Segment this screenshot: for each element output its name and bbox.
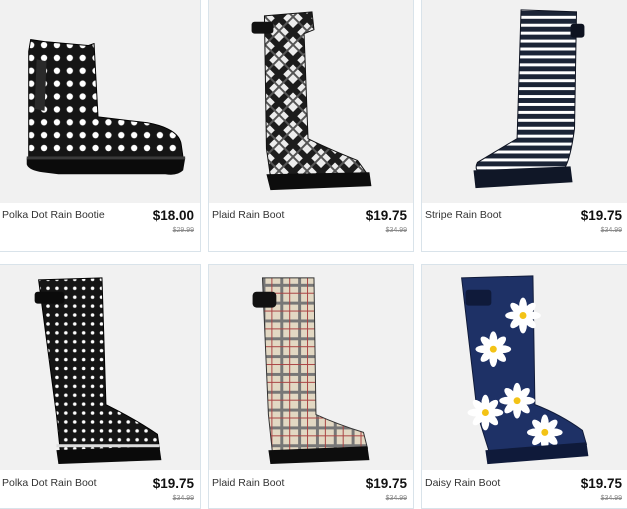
product-price: $18.00 bbox=[152, 208, 194, 223]
product-card[interactable]: Daisy Rain Boot $19.75 $34.99 bbox=[421, 264, 627, 509]
product-card[interactable]: Plaid Rain Boot $19.75 $34.99 bbox=[208, 264, 414, 509]
product-old-price: $34.99 bbox=[600, 495, 622, 502]
product-name[interactable]: Polka Dot Rain Boot bbox=[2, 477, 97, 489]
daisy-boot-image[interactable] bbox=[422, 265, 627, 470]
product-old-price: $29.99 bbox=[172, 227, 194, 234]
product-card[interactable]: Polka Dot Rain Boot $19.75 $34.99 bbox=[0, 264, 201, 509]
product-old-price: $34.99 bbox=[600, 227, 622, 234]
product-name[interactable]: Plaid Rain Boot bbox=[212, 477, 284, 489]
product-price: $19.75 bbox=[152, 476, 194, 491]
product-card[interactable]: Polka Dot Rain Bootie $18.00 $29.99 bbox=[0, 0, 201, 252]
product-price: $19.75 bbox=[365, 208, 407, 223]
product-price: $19.75 bbox=[580, 476, 622, 491]
product-name[interactable]: Stripe Rain Boot bbox=[425, 209, 501, 221]
product-name[interactable]: Polka Dot Rain Bootie bbox=[2, 209, 105, 221]
product-card[interactable]: Stripe Rain Boot $19.75 $34.99 bbox=[421, 0, 627, 252]
product-name[interactable]: Plaid Rain Boot bbox=[212, 209, 284, 221]
product-old-price: $34.99 bbox=[385, 227, 407, 234]
product-name[interactable]: Daisy Rain Boot bbox=[425, 477, 500, 489]
polka-dot-boot-image[interactable] bbox=[0, 265, 200, 470]
polka-dot-bootie-image[interactable] bbox=[0, 0, 200, 203]
product-card[interactable]: Plaid Rain Boot $19.75 $34.99 bbox=[208, 0, 414, 252]
product-old-price: $34.99 bbox=[385, 495, 407, 502]
product-grid: Polka Dot Rain Bootie $18.00 $29.99 Plai… bbox=[0, 0, 627, 509]
product-price: $19.75 bbox=[580, 208, 622, 223]
plaid-boot-image[interactable] bbox=[209, 0, 413, 203]
stripe-boot-image[interactable] bbox=[422, 0, 627, 203]
beige-plaid-boot-image[interactable] bbox=[209, 265, 413, 470]
product-old-price: $34.99 bbox=[172, 495, 194, 502]
product-price: $19.75 bbox=[365, 476, 407, 491]
